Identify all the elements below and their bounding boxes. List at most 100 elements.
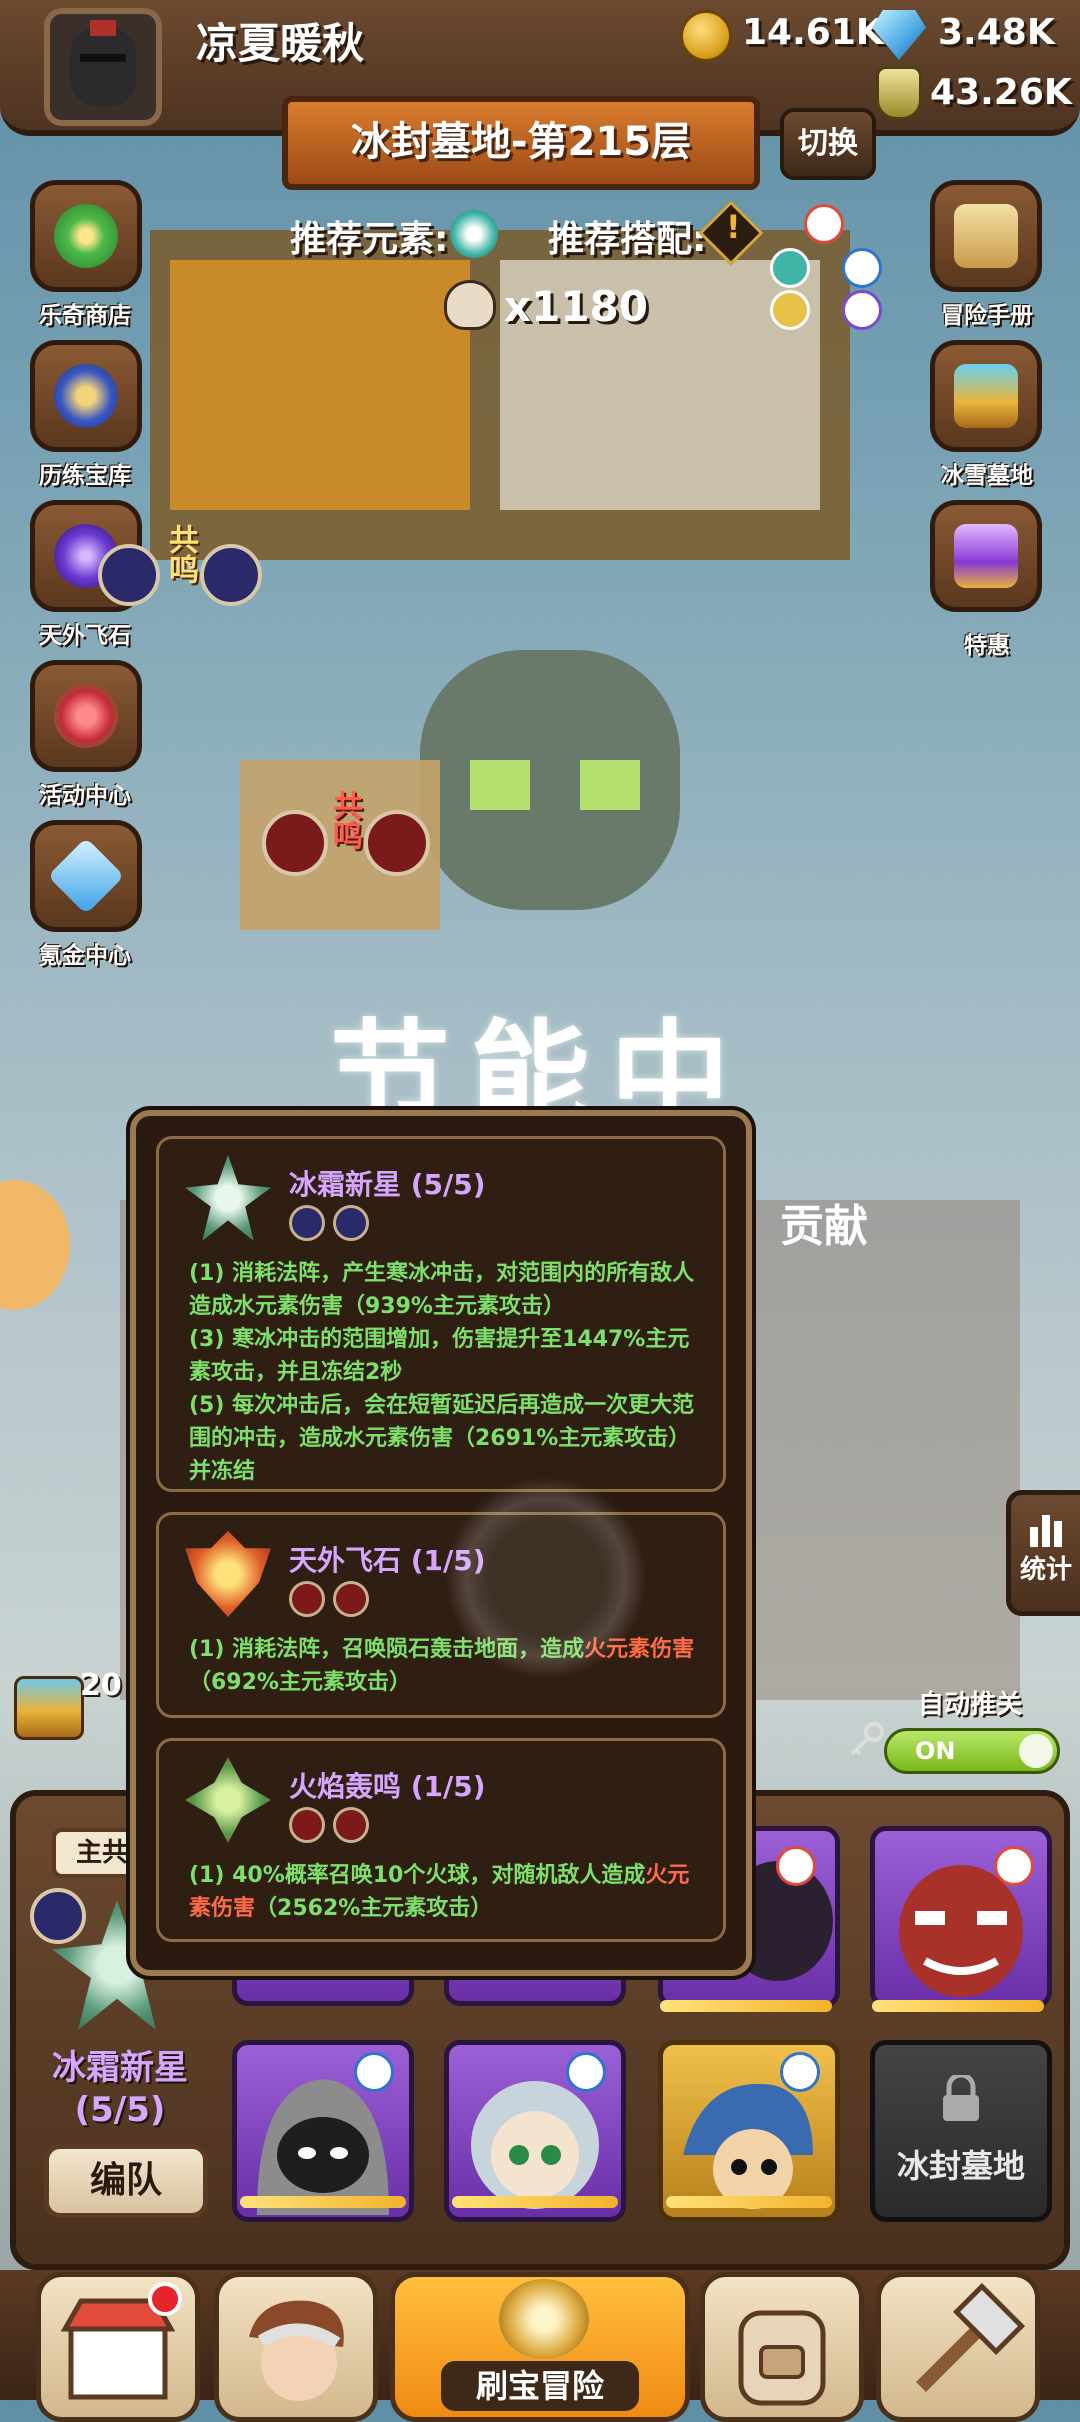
gift-chest-icon (954, 524, 1018, 588)
skill-name: 火焰轰鸣 (1/5) (289, 1770, 486, 1803)
meteor-skill-icon (185, 1531, 271, 1617)
nav-adventure-label: 刷宝冒险 (441, 2361, 639, 2411)
adventure-handbook-button[interactable] (930, 180, 1042, 292)
hero-3-hp-bar (660, 2000, 832, 2012)
chest-icon[interactable] (14, 1676, 84, 1740)
skill-name: 冰霜新星 (5/5) (289, 1168, 486, 1201)
desc-text: （2562%主元素攻击） (255, 1896, 493, 1921)
toggle-knob (1019, 1734, 1053, 1768)
light-element-icon (770, 290, 810, 330)
hero-4-hp-bar (872, 2000, 1044, 2012)
water-badge-icon (354, 2052, 394, 2092)
event-center-label: 活动中心 (39, 783, 131, 809)
recommend-element-label: 推荐元素: (290, 219, 449, 260)
skill-desc-tier-5: (5) 每次冲击后，会在短暂延迟后再造成一次更大范围的冲击，造成水元素伤害（26… (189, 1393, 695, 1484)
gold-coin-icon (680, 10, 732, 62)
vault-icon (54, 364, 118, 428)
stage-title: 冰封墓地-第215层 (282, 96, 760, 190)
fire-rune-icon (262, 810, 328, 876)
clover-icon (54, 204, 118, 268)
warning-mark: ! (726, 208, 741, 246)
hero-5-hp-bar (240, 2196, 406, 2208)
compass-icon (499, 2279, 589, 2359)
skill-card-frost-nova: 冰霜新星 (5/5) (1) 消耗法阵，产生寒冰冲击，对范围内的所有敌人造成水元… (156, 1136, 726, 1492)
gold-amount: 14.61K (742, 12, 884, 53)
side-bubble[interactable] (0, 1180, 70, 1310)
hero-7-hp-bar (666, 2196, 832, 2208)
fire-element-icon (804, 204, 844, 244)
scroll-icon (954, 204, 1018, 268)
fire-burst-icon (364, 810, 430, 876)
auto-recommend-label: 自动推关 (918, 1690, 1023, 1720)
switch-stage-button[interactable]: 切换 (780, 108, 876, 180)
skill-card-flame-roar: 火焰轰鸣 (1/5) (1) 40%概率召唤10个火球，对随机敌人造成火元素伤害… (156, 1738, 726, 1942)
main-skill-badge-icon (30, 1888, 86, 1944)
player-avatar[interactable] (44, 8, 162, 126)
fire-badge-icon (776, 1846, 816, 1886)
special-offer-button[interactable] (930, 500, 1042, 612)
fire-rune-badge-icon (289, 1581, 325, 1617)
main-skill-level: (5/5) (74, 2090, 166, 2130)
formation-button[interactable]: 编队 (44, 2144, 208, 2218)
recommend-combo-label: 推荐搭配: (548, 219, 707, 260)
event-center-button[interactable] (30, 660, 142, 772)
flame-roar-skill-icon (185, 1757, 271, 1843)
desc-text: (1) 40%概率召唤10个火球，对随机敌人造成 (189, 1863, 646, 1888)
wind-element-icon-small (770, 248, 810, 288)
resonance-label-ice: 共鸣 (163, 524, 198, 584)
water-badge-icon (566, 2052, 606, 2092)
skill-desc-tier-3: (3) 寒冰冲击的范围增加，伤害提升至1447%主元素攻击，并且冻结2秒 (189, 1327, 690, 1385)
resonance-label-fire: 共鸣 (327, 790, 362, 850)
locked-slot-label: 冰封墓地 (896, 2147, 1025, 2185)
skill-desc: (1) 40%概率召唤10个火球，对随机敌人造成火元素伤害（2562%主元素攻击… (189, 1859, 703, 1925)
blurred-zombie-head (420, 650, 680, 910)
snow-graveyard-label: 冰雪墓地 (941, 463, 1033, 489)
lock-icon (941, 2072, 981, 2121)
water-badge-icon (780, 2052, 820, 2092)
hammer-icon (916, 2282, 1026, 2392)
blurred-zombie-eye-left (470, 760, 530, 810)
snow-graveyard-button[interactable] (930, 340, 1042, 452)
blurred-sign-left (170, 260, 470, 510)
desc-text: （692%主元素攻击） (189, 1670, 411, 1695)
ice-burst-icon (200, 544, 262, 606)
diamond-amount: 3.48K (938, 12, 1055, 53)
bar-chart-icon (1026, 1509, 1066, 1549)
username: 凉夏暖秋 (196, 19, 365, 68)
potion-icon (876, 66, 922, 120)
meteor-label: 天外飞石 (39, 623, 131, 649)
stats-button[interactable]: 统计 (1006, 1490, 1080, 1616)
hero-6-hp-bar (452, 2196, 618, 2208)
fire-badge-icon (994, 1846, 1034, 1886)
blurred-zombie-eye-right (580, 760, 640, 810)
treasure-chest-icon (954, 364, 1018, 428)
auto-recommend-toggle[interactable]: ON (884, 1728, 1060, 1774)
frost-nova-skill-icon (185, 1155, 271, 1241)
training-vault-button[interactable] (30, 340, 142, 452)
diamond-gem-icon (47, 837, 125, 915)
fire-burst-badge-icon (333, 1581, 369, 1617)
toggle-state: ON (915, 1737, 956, 1765)
adventure-handbook-label: 冒险手册 (941, 303, 1033, 329)
chest-count: 20 (80, 1668, 122, 1703)
key-icon (846, 1720, 886, 1760)
skill-desc: (1) 消耗法阵，召唤陨石轰击地面，造成火元素伤害（692%主元素攻击） (189, 1633, 703, 1699)
fire-burst-badge-icon (333, 1807, 369, 1843)
potion-amount: 43.26K (930, 72, 1072, 113)
recharge-center-label: 氪金中心 (39, 943, 131, 969)
main-skill-name: 冰霜新星 (52, 2048, 188, 2088)
skill-tooltip-panel: 冰霜新星 (5/5) (1) 消耗法阵，产生寒冰冲击，对范围内的所有敌人造成水元… (130, 1110, 752, 1976)
bouquet-icon (54, 684, 118, 748)
stats-label: 统计 (1019, 1555, 1072, 1585)
fire-rune-badge-icon (289, 1807, 325, 1843)
notification-dot (148, 2282, 182, 2316)
recharge-center-button[interactable] (30, 820, 142, 932)
water-element-icon (842, 248, 882, 288)
locked-hero-slot[interactable]: 冰封墓地 (870, 2040, 1052, 2222)
lucky-shop-button[interactable] (30, 180, 142, 292)
skull-icon (444, 280, 496, 330)
ice-rune-badge-icon (289, 1205, 325, 1241)
ice-burst-badge-icon (333, 1205, 369, 1241)
contribution-text: 贡献 (780, 1201, 868, 1252)
skill-desc: (1) 消耗法阵，产生寒冰冲击，对范围内的所有敌人造成水元素伤害（939%主元素… (189, 1257, 703, 1488)
